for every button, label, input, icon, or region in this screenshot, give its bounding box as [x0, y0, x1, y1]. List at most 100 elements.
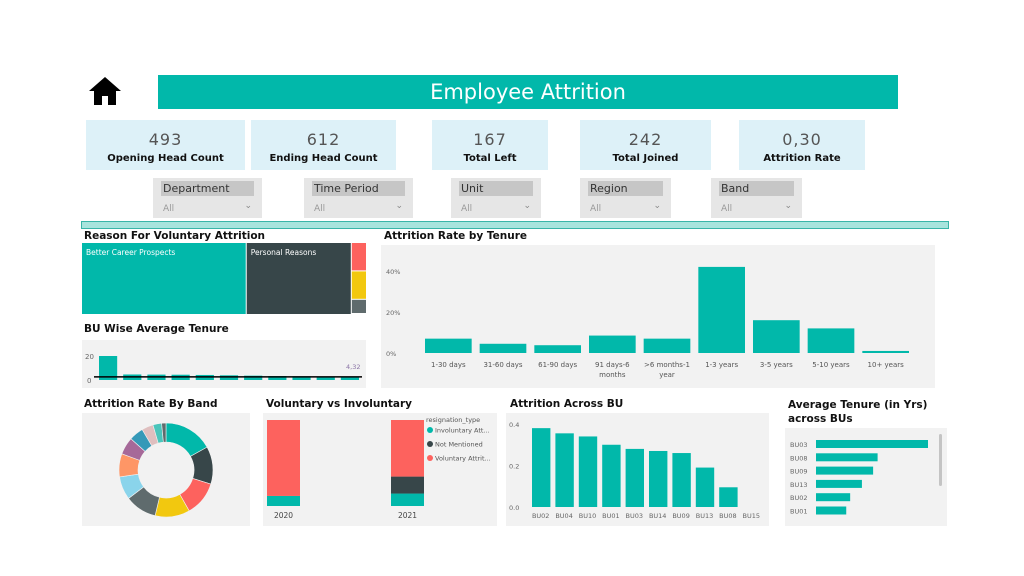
bar[interactable]: [816, 506, 847, 515]
bar[interactable]: [425, 338, 472, 353]
kpi-card: 167 Total Left: [432, 120, 548, 170]
svg-text:BU09: BU09: [790, 468, 808, 476]
bar[interactable]: [719, 487, 738, 507]
x-tick-label: >6 months-1 year: [644, 361, 690, 379]
chevron-down-icon[interactable]: ⌄: [784, 201, 792, 211]
x-tick-label: 31-60 days: [483, 361, 522, 369]
legend-marker: [427, 441, 433, 447]
bar[interactable]: [625, 448, 644, 507]
bar[interactable]: [649, 450, 668, 507]
bar[interactable]: [816, 479, 862, 488]
bar[interactable]: [698, 266, 745, 353]
kpi-label: Attrition Rate: [763, 153, 841, 164]
bar[interactable]: [589, 335, 636, 353]
bar[interactable]: [816, 466, 874, 475]
slicer-unit[interactable]: Unit All ⌄: [451, 178, 541, 218]
svg-text:resignation_type: resignation_type: [426, 416, 480, 424]
slicer-value[interactable]: All: [590, 204, 601, 214]
svg-text:BU13: BU13: [696, 512, 714, 520]
svg-text:4,32: 4,32: [346, 363, 360, 371]
bu-attrition-title: Attrition Across BU: [510, 398, 624, 410]
slicer-value[interactable]: All: [461, 204, 472, 214]
bar[interactable]: [862, 350, 909, 353]
svg-text:0.0: 0.0: [509, 504, 519, 512]
stacked-bar-segment[interactable]: [267, 420, 300, 496]
kpi-label: Opening Head Count: [107, 153, 224, 164]
bar[interactable]: [578, 436, 598, 507]
svg-text:0%: 0%: [386, 350, 396, 358]
bar[interactable]: [602, 444, 621, 507]
slicer-label: Region: [588, 181, 663, 196]
vol-title: Voluntary vs Involuntary: [266, 398, 412, 410]
bar[interactable]: [534, 345, 581, 353]
chevron-down-icon[interactable]: ⌄: [523, 201, 531, 211]
svg-text:40%: 40%: [386, 268, 400, 276]
avg-tenure-across-bus-chart: BU03 BU08 BU09 BU13 BU02 BU01: [785, 428, 947, 526]
bar[interactable]: [807, 328, 855, 353]
x-tick-label: 1-3 years: [705, 361, 738, 369]
home-icon: [89, 77, 121, 105]
svg-text:20%: 20%: [386, 309, 400, 317]
scrollbar[interactable]: [939, 434, 942, 486]
bar[interactable]: [219, 375, 239, 380]
stacked-bar-segment[interactable]: [391, 476, 424, 494]
bar[interactable]: [479, 343, 527, 353]
svg-text:BU03: BU03: [626, 512, 644, 520]
kpi-value: 493: [148, 130, 183, 149]
slicer-band[interactable]: Band All ⌄: [711, 178, 802, 218]
x-tick-label: 3-5 years: [760, 361, 793, 369]
kpi-value: 612: [306, 130, 341, 149]
stacked-bar-segment[interactable]: [267, 495, 300, 506]
bar[interactable]: [816, 440, 928, 448]
slicer-value[interactable]: All: [721, 204, 732, 214]
bar[interactable]: [816, 493, 851, 502]
svg-text:2020: 2020: [274, 511, 293, 520]
svg-text:BU13: BU13: [790, 481, 808, 489]
svg-text:Personal Reasons: Personal Reasons: [251, 248, 317, 257]
kpi-label: Ending Head Count: [269, 153, 378, 164]
slicer-label: Department: [161, 181, 254, 196]
svg-text:Better Career Prospects: Better Career Prospects: [86, 248, 175, 257]
bar[interactable]: [672, 453, 691, 507]
bu-tenure-title: BU Wise Average Tenure: [84, 323, 229, 335]
kpi-card: 493 Opening Head Count: [86, 120, 245, 170]
stacked-bar-segment[interactable]: [391, 493, 424, 506]
svg-text:BU14: BU14: [649, 512, 667, 520]
slicer-time-period[interactable]: Time Period All ⌄: [304, 178, 413, 218]
slicer-department[interactable]: Department All ⌄: [153, 178, 262, 218]
bar[interactable]: [816, 453, 878, 462]
stacked-bar-segment[interactable]: [391, 420, 424, 477]
slicer-value[interactable]: All: [314, 204, 325, 214]
chevron-down-icon[interactable]: ⌄: [395, 201, 403, 211]
legend-marker: [427, 455, 433, 461]
svg-text:BU01: BU01: [790, 508, 808, 516]
svg-text:0.4: 0.4: [509, 421, 519, 429]
kpi-card: 612 Ending Head Count: [251, 120, 396, 170]
divider: [81, 221, 949, 229]
treemap-title: Reason For Voluntary Attrition: [84, 230, 266, 242]
svg-text:BU02: BU02: [790, 494, 808, 502]
bar[interactable]: [695, 467, 715, 507]
slicer-region[interactable]: Region All ⌄: [580, 178, 671, 218]
x-tick-label: 91 days-6 months: [595, 361, 630, 379]
attrition-by-tenure-chart: 0% 20% 40% 1-30 days 31-60 days 61-90 days 91 …: [381, 245, 935, 388]
treemap-tile[interactable]: [351, 299, 366, 313]
avg-tenure-title: Average Tenure (in Yrs) across BUs: [788, 399, 928, 425]
chevron-down-icon[interactable]: ⌄: [244, 201, 252, 211]
bar[interactable]: [340, 377, 359, 380]
svg-text:Not Mentioned: Not Mentioned: [435, 441, 483, 449]
svg-text:BU03: BU03: [790, 441, 808, 449]
bar[interactable]: [753, 320, 800, 353]
treemap-tile[interactable]: [351, 243, 366, 271]
kpi-value: 0,30: [782, 130, 822, 149]
bar[interactable]: [555, 433, 574, 507]
svg-text:2021: 2021: [398, 511, 417, 520]
svg-text:BU15: BU15: [743, 512, 761, 520]
treemap-tile[interactable]: [351, 271, 366, 299]
home-button[interactable]: [88, 76, 122, 106]
bar[interactable]: [643, 338, 691, 353]
slicer-value[interactable]: All: [163, 204, 174, 214]
chevron-down-icon[interactable]: ⌄: [653, 201, 661, 211]
bar[interactable]: [532, 428, 551, 507]
slicer-label: Time Period: [312, 181, 405, 196]
